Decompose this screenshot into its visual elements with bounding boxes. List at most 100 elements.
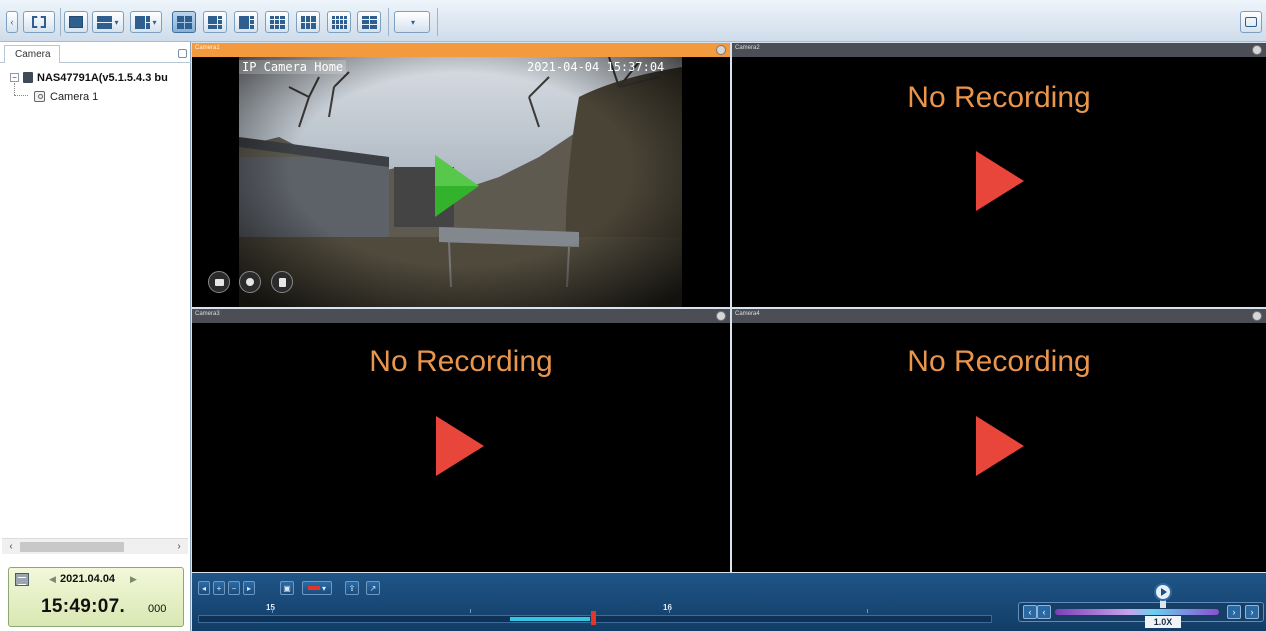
video-pane-camera-2[interactable]: Camera2 No Recording	[732, 43, 1266, 307]
split-layout-button[interactable]: ▾	[92, 11, 124, 33]
scroll-left-icon[interactable]: ‹	[4, 540, 18, 554]
six-layout-icon	[207, 15, 223, 29]
nine-layout-icon	[269, 15, 285, 29]
osd-camera-title: IP Camera Home	[239, 60, 347, 74]
speed-slider[interactable]	[1055, 609, 1219, 615]
clock-time: 15:49:07.	[41, 596, 126, 617]
clock-date: 2021.04.04	[60, 573, 116, 585]
pane-header: Camera1	[192, 43, 730, 57]
hour-label-16: 16	[663, 603, 672, 612]
camera-tree: − NAS47791A(v5.1.5.4.3 bu Camera 1	[10, 68, 190, 106]
playback-timeline: ◂ + − ▸ ▣ ▾ ⇪ ↗ 15 16 ‹ ‹ › › 1.0X	[192, 573, 1266, 631]
fullscreen-icon	[32, 16, 46, 28]
record-type-button[interactable]: ▾	[302, 581, 332, 595]
step-forward-icon[interactable]: ›	[1245, 605, 1259, 619]
collapse-icon[interactable]: −	[10, 73, 19, 82]
recorded-segment	[510, 617, 590, 621]
split-layout-icon	[97, 15, 113, 29]
horizontal-scrollbar[interactable]: ‹ ›	[2, 538, 188, 554]
camera-select-icon[interactable]: ▣	[280, 581, 294, 595]
layout-more-button[interactable]	[357, 11, 381, 33]
single-layout-button[interactable]	[64, 11, 88, 33]
multi-layout-icon	[135, 15, 151, 29]
speed-up-icon[interactable]: ›	[1227, 605, 1241, 619]
pane-title: Camera3	[195, 311, 220, 317]
pane-settings-icon[interactable]	[716, 45, 726, 55]
snapshot-button[interactable]	[1240, 11, 1262, 33]
tree-item-camera-1[interactable]: Camera 1	[10, 87, 190, 106]
timeline-forward-icon[interactable]: ▸	[243, 581, 255, 595]
record-icon[interactable]	[208, 271, 230, 293]
video-pane-camera-1[interactable]: Camera1 IP Camera Home 2021-04-04 15:37:…	[192, 43, 730, 307]
next-date-icon[interactable]: ▶	[130, 574, 137, 585]
speed-control: ‹ ‹ › › 1.0X	[1018, 583, 1264, 628]
sixteen-layout-icon	[331, 15, 347, 29]
hour-label-15: 15	[266, 603, 275, 612]
share-icon[interactable]: ↗	[366, 581, 380, 595]
layout-16-button[interactable]	[327, 11, 351, 33]
slow-down-icon[interactable]: ‹	[1037, 605, 1051, 619]
pane-header: Camera2	[732, 43, 1266, 57]
chevron-down-icon: ▾	[410, 17, 415, 27]
zoom-in-icon[interactable]: +	[213, 581, 225, 595]
quad-layout-icon	[176, 15, 192, 29]
dropdown-button[interactable]: ▾	[394, 11, 430, 33]
layout-6-button[interactable]	[203, 11, 227, 33]
more-layout-icon	[361, 15, 377, 29]
clock-milliseconds: 000	[148, 603, 167, 615]
pane-settings-icon[interactable]	[1252, 311, 1262, 321]
no-recording-message: No Recording	[369, 345, 553, 378]
ten-layout-icon	[300, 15, 316, 29]
left-arrow-icon[interactable]: ‹	[6, 11, 18, 33]
camera-label: Camera 1	[50, 90, 99, 103]
info-icon[interactable]	[271, 271, 293, 293]
export-icon[interactable]: ⇪	[345, 581, 359, 595]
no-recording-message: No Recording	[907, 345, 1091, 378]
video-pane-camera-3[interactable]: Camera3 No Recording	[192, 309, 730, 572]
pane-title: Camera4	[735, 311, 760, 317]
quad-layout-button[interactable]	[172, 11, 196, 33]
camera-live-image	[239, 57, 682, 307]
record-type-icon	[307, 586, 320, 590]
nas-label: NAS47791A(v5.1.5.4.3 bu	[37, 71, 168, 84]
camera-tab-bar: Camera	[0, 45, 191, 63]
eight-layout-icon	[238, 15, 254, 29]
tab-camera[interactable]: Camera	[4, 45, 60, 63]
play-icon[interactable]	[436, 416, 484, 476]
prev-date-icon[interactable]: ◀	[49, 574, 56, 585]
zoom-out-icon[interactable]: −	[228, 581, 240, 595]
pane-settings-icon[interactable]	[1252, 45, 1262, 55]
fullscreen-button[interactable]	[23, 11, 55, 33]
step-back-icon[interactable]: ‹	[1023, 605, 1037, 619]
pane-header: Camera3	[192, 309, 730, 323]
scrollbar-thumb[interactable]	[20, 542, 124, 552]
pane-header: Camera4	[732, 309, 1266, 323]
pane-title: Camera2	[735, 45, 760, 51]
layout-10-button[interactable]	[296, 11, 320, 33]
timeline-cursor[interactable]	[591, 611, 596, 625]
play-icon[interactable]	[976, 416, 1024, 476]
multi-layout-button[interactable]: ▾	[130, 11, 162, 33]
play-icon[interactable]	[976, 151, 1024, 211]
no-recording-message: No Recording	[907, 81, 1091, 114]
calendar-icon[interactable]	[15, 573, 29, 586]
camera-icon	[34, 91, 45, 102]
play-pause-icon[interactable]	[1154, 583, 1172, 601]
scroll-right-icon[interactable]: ›	[172, 540, 186, 554]
pane-title: Camera1	[195, 45, 220, 51]
playback-clock: ◀ 2021.04.04 ▶ 15:49:07. 000	[8, 567, 184, 627]
single-layout-icon	[69, 16, 83, 28]
tree-root-nas[interactable]: − NAS47791A(v5.1.5.4.3 bu	[10, 68, 190, 87]
pane-settings-icon[interactable]	[716, 311, 726, 321]
osd-timestamp: 2021-04-04 15:37:04	[527, 60, 665, 74]
pin-icon[interactable]	[178, 49, 187, 58]
timeline-back-icon[interactable]: ◂	[198, 581, 210, 595]
camera-panel: Camera − NAS47791A(v5.1.5.4.3 bu Camera …	[0, 42, 191, 631]
zoom-icon[interactable]	[239, 271, 261, 293]
layout-9-button[interactable]	[265, 11, 289, 33]
speed-label: 1.0X	[1145, 616, 1181, 628]
layout-8-button[interactable]	[234, 11, 258, 33]
toolbar: ‹ ▾ ▾ ▾	[0, 0, 1266, 42]
video-pane-camera-4[interactable]: Camera4 No Recording	[732, 309, 1266, 572]
snapshot-icon	[1245, 17, 1257, 27]
